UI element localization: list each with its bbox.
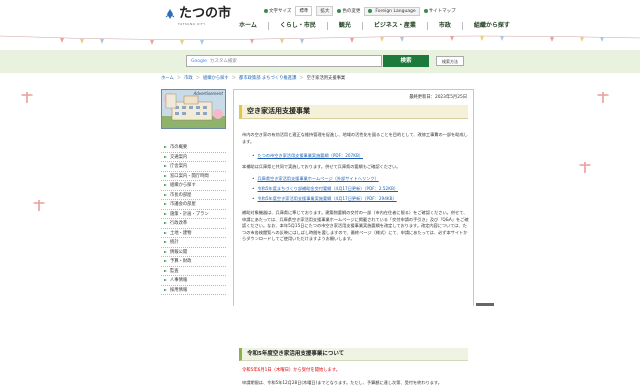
prefecture-site-link[interactable]: 兵庫県空き家活用支援事業ホームページ（外部サイトへリンク） xyxy=(252,176,378,182)
nav-business[interactable]: ビジネス・産業 xyxy=(363,22,428,30)
sidebar-item-audit[interactable]: 監査 xyxy=(161,266,226,276)
ad-label: Advertisement xyxy=(193,91,223,96)
breadcrumb-home[interactable]: ホーム xyxy=(161,75,174,81)
sidebar-item-office-guide[interactable]: 庁舎案内 xyxy=(161,162,226,172)
logo-name: たつの市 xyxy=(179,6,232,21)
sidebar-item-organizations[interactable]: 組織から探す xyxy=(161,181,226,191)
breadcrumb-government[interactable]: 市政 xyxy=(184,75,193,81)
section-heading: 令和5年度空き家活用支援事業について xyxy=(239,348,468,361)
font-size-large-button[interactable]: 拡大 xyxy=(316,6,334,16)
sidebar-item-access[interactable]: 交通案内 xyxy=(161,152,226,162)
font-size-standard-button[interactable]: 標準 xyxy=(295,6,313,16)
sidebar-item-personnel[interactable]: 人事情報 xyxy=(161,276,226,286)
prefecture-note: 本補助は兵庫県と共同で実施しております。併せて兵庫県の要綱もご確認ください。 xyxy=(242,164,401,169)
sitemap-link[interactable]: サイトマップ xyxy=(423,8,456,14)
guideline-pdf-link[interactable]: たつの市空き家活用支援事業実施要綱（PDF：207KB） xyxy=(252,153,363,159)
sidebar-item-land[interactable]: 土地・建物 xyxy=(161,228,226,238)
reception-start-notice: 令和5年6月1日（木曜日）から受付を開始します。 xyxy=(242,368,341,373)
sidebar-item-disclosure[interactable]: 情報公開 xyxy=(161,247,226,257)
dragonfly-icon xyxy=(579,162,591,173)
palette-icon xyxy=(337,8,342,13)
logo-subtitle: TATSUNO CITY xyxy=(178,22,206,26)
sidebar-item-city-overview[interactable]: 市の概要 xyxy=(161,143,226,153)
dragonfly-icon xyxy=(21,92,33,103)
google-label: Google xyxy=(191,58,207,64)
dragonfly-icon xyxy=(597,92,609,103)
last-updated: 最終更新日：2023年5月25日 xyxy=(409,95,467,100)
nav-living[interactable]: くらし・市民 xyxy=(269,22,328,30)
dragonfly-icon xyxy=(33,200,45,211)
color-change-link[interactable]: 色の変更 xyxy=(337,8,360,14)
search-help-button[interactable]: 検索方法 xyxy=(436,56,464,66)
nav-organizations[interactable]: 組織から探す xyxy=(463,22,521,30)
search-input[interactable]: Google カスタム検索 xyxy=(186,55,382,67)
sidebar-item-recruit[interactable]: 採用情報 xyxy=(161,285,226,295)
utility-bar: 文字サイズ 標準 拡大 色の変更 Foreign Language サイトマップ xyxy=(264,6,456,16)
search-placeholder: カスタム検索 xyxy=(209,59,237,64)
side-ad-banner[interactable]: Advertisement xyxy=(161,89,226,129)
nav-tourism[interactable]: 観光 xyxy=(328,22,363,30)
nav-government[interactable]: 市政 xyxy=(428,22,463,30)
sidebar-item-council[interactable]: 市議会の部屋 xyxy=(161,200,226,210)
implementation-guideline-link[interactable]: 令和5年度空き家活用支援事業実施要綱（4月17日更新）（PDF：294KB） xyxy=(252,196,396,202)
search-button[interactable]: 検索 xyxy=(383,55,429,67)
sidebar-item-budget[interactable]: 予算・財政 xyxy=(161,257,226,267)
page-title: 空き家活用支援事業 xyxy=(239,105,468,119)
globe-icon xyxy=(368,9,373,13)
sidebar-item-statistics[interactable]: 統計 xyxy=(161,238,226,248)
foreign-language-button[interactable]: Foreign Language xyxy=(364,6,420,16)
site-logo[interactable]: たつの市 TATSUNO CITY xyxy=(164,6,232,26)
global-nav: ホーム くらし・市民 観光 ビジネス・産業 市政 組織から探す xyxy=(228,22,521,30)
bunting-decoration xyxy=(0,35,640,45)
sidebar-item-office-hours[interactable]: 窓口案内・開庁時間 xyxy=(161,171,226,181)
city-emblem-icon xyxy=(165,9,175,19)
intro-text: 市内の空き家の有効活用と適正な維持管理を促進し、地域の活性化を図ることを目的とし… xyxy=(242,132,468,144)
breadcrumb-current: 空き家活用支援事業 xyxy=(306,76,346,81)
nav-home[interactable]: ホーム xyxy=(228,22,269,30)
breadcrumb: ホーム＞ 市政＞ 組織から探す＞ 都市政策部 まちづくり推進課＞ 空き家活用支援… xyxy=(161,75,346,81)
eligibility-text: 補助対象機器は、兵庫県に準じております。建築物要綱の交付の一部（市内在住者に限る… xyxy=(242,210,469,242)
font-size-label: 文字サイズ xyxy=(264,8,291,14)
sidebar-item-plans[interactable]: 施策・計画・プラン xyxy=(161,209,226,219)
main-content: 最終更新日：2023年5月25日 空き家活用支援事業 市内の空き家の有効活用と適… xyxy=(233,89,474,385)
deadline-text: 申請期限は、令和5年12月28日(木曜日)までとなります。ただし、予算額に達し次… xyxy=(242,380,442,385)
breadcrumb-organizations[interactable]: 組織から探す xyxy=(203,75,229,81)
subsidy-guideline-link[interactable]: 令和5年度まちづくり部補助金交付要綱（4月17日更新）（PDF：2.52KB） xyxy=(252,186,398,192)
sidebar-item-mayor[interactable]: 市長の部屋 xyxy=(161,190,226,200)
sitemap-icon xyxy=(423,8,428,13)
breadcrumb-department[interactable]: 都市政策部 まちづくり推進課 xyxy=(239,75,296,81)
sidebar-menu: 市の概要 交通案内 庁舎案内 窓口案内・開庁時間 組織から探す 市長の部屋 市議… xyxy=(161,143,226,295)
sidebar-item-reform[interactable]: 行政改革 xyxy=(161,219,226,229)
